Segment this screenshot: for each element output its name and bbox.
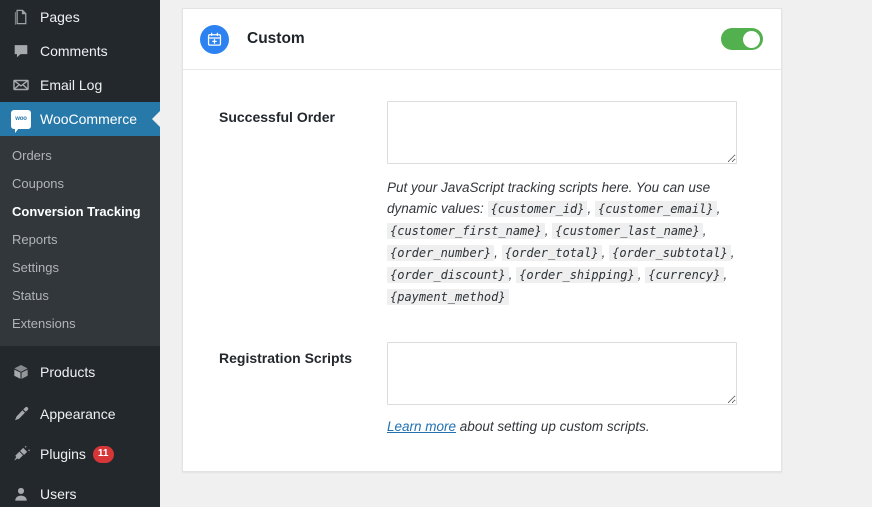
sidebar-item-users[interactable]: Users <box>0 477 160 507</box>
plugins-update-count-badge: 11 <box>92 445 114 463</box>
wp-admin-screen: Pages Comments Email Log woo WooCommerce… <box>0 0 872 507</box>
submenu-item-coupons[interactable]: Coupons <box>0 170 160 198</box>
token-order-subtotal: {order_subtotal} <box>609 245 731 261</box>
field-row-successful-order: Successful Order Put your JavaScript tra… <box>183 101 781 308</box>
successful-order-control: Put your JavaScript tracking scripts her… <box>387 101 737 308</box>
sidebar-item-label: Plugins <box>40 446 86 462</box>
token-order-shipping: {order_shipping} <box>516 267 638 283</box>
submenu-item-settings[interactable]: Settings <box>0 254 160 282</box>
successful-order-help-text: Put your JavaScript tracking scripts her… <box>387 180 735 305</box>
card-body: Successful Order Put your JavaScript tra… <box>183 70 781 471</box>
sidebar-item-products[interactable]: Products <box>0 355 160 389</box>
token-order-number: {order_number} <box>387 245 495 261</box>
main-content: Custom Successful Order Put your JavaScr… <box>160 0 872 507</box>
woocommerce-icon: woo <box>11 109 31 133</box>
custom-integration-card: Custom Successful Order Put your JavaScr… <box>182 8 782 472</box>
users-icon <box>11 484 31 504</box>
registration-scripts-note: Learn more about setting up custom scrip… <box>387 417 737 437</box>
sidebar-item-label: WooCommerce <box>40 111 137 127</box>
token-payment-method: {payment_method} <box>387 289 509 305</box>
token-order-total: {order_total} <box>501 245 602 261</box>
sidebar-item-pages[interactable]: Pages <box>0 0 160 34</box>
sidebar-item-email-log[interactable]: Email Log <box>0 68 160 102</box>
submenu-item-orders[interactable]: Orders <box>0 142 160 170</box>
successful-order-label: Successful Order <box>219 109 335 125</box>
sidebar-item-label: Products <box>40 364 96 380</box>
woocommerce-submenu: Orders Coupons Conversion Tracking Repor… <box>0 136 160 346</box>
toggle-knob <box>743 30 760 48</box>
token-currency: {currency} <box>645 267 724 283</box>
page-title: Custom <box>247 30 305 47</box>
enable-custom-toggle[interactable] <box>721 28 763 50</box>
learn-more-rest-text: about setting up custom scripts. <box>456 419 650 434</box>
registration-scripts-label: Registration Scripts <box>219 350 353 366</box>
submenu-item-status[interactable]: Status <box>0 282 160 310</box>
sidebar-item-label: Pages <box>40 9 80 25</box>
learn-more-link[interactable]: Learn more <box>387 419 456 434</box>
token-customer-id: {customer_id} <box>487 201 588 217</box>
submenu-item-extensions[interactable]: Extensions <box>0 310 160 338</box>
token-customer-last-name: {customer_last_name} <box>552 223 703 239</box>
appearance-icon <box>11 404 31 424</box>
sidebar-item-comments[interactable]: Comments <box>0 34 160 68</box>
successful-order-input[interactable] <box>387 101 737 164</box>
pages-icon <box>11 7 31 27</box>
registration-scripts-control: Learn more about setting up custom scrip… <box>387 342 737 437</box>
token-customer-email: {customer_email} <box>595 201 717 217</box>
submenu-item-conversion-tracking[interactable]: Conversion Tracking <box>0 198 160 226</box>
sidebar-item-woocommerce[interactable]: woo WooCommerce <box>0 102 160 136</box>
comments-icon <box>11 41 31 61</box>
sidebar-item-appearance[interactable]: Appearance <box>0 397 160 431</box>
card-header: Custom <box>183 9 781 70</box>
sidebar-item-label: Email Log <box>40 77 103 93</box>
admin-sidebar: Pages Comments Email Log woo WooCommerce… <box>0 0 160 507</box>
plugins-icon <box>11 444 31 464</box>
token-order-discount: {order_discount} <box>387 267 509 283</box>
custom-script-calendar-icon <box>200 24 229 54</box>
token-customer-first-name: {customer_first_name} <box>387 223 545 239</box>
email-log-icon <box>11 75 31 95</box>
sidebar-item-label: Comments <box>40 43 108 59</box>
products-icon <box>11 362 31 382</box>
field-spacer <box>183 308 781 342</box>
sidebar-item-label: Users <box>40 486 77 502</box>
registration-scripts-input[interactable] <box>387 342 737 405</box>
sidebar-item-label: Appearance <box>40 406 116 422</box>
sidebar-item-plugins[interactable]: Plugins 11 <box>0 437 160 471</box>
submenu-item-reports[interactable]: Reports <box>0 226 160 254</box>
field-row-registration-scripts: Registration Scripts Learn more about se… <box>183 342 781 437</box>
